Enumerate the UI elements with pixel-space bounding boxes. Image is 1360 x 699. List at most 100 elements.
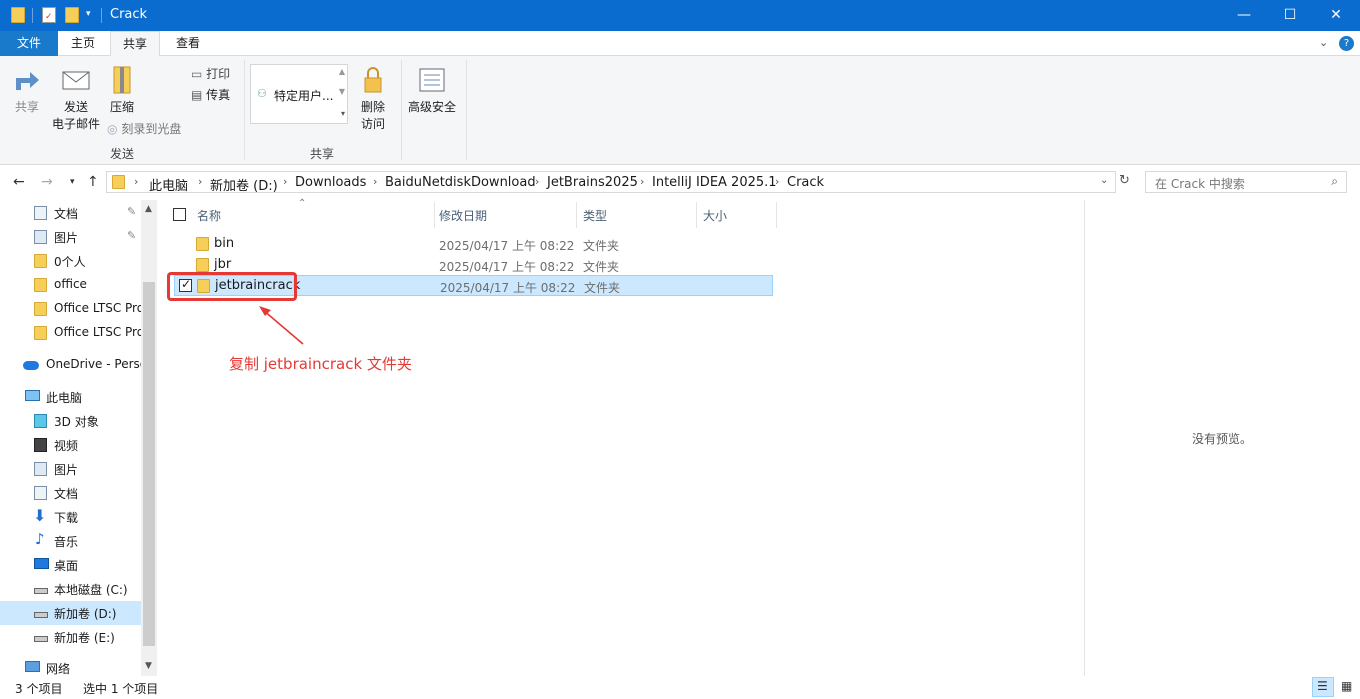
nav-label: OneDrive - Personal [46, 357, 141, 371]
email-button[interactable]: 发送 电子邮件 [50, 66, 102, 133]
column-header-name[interactable]: 名称 [197, 207, 221, 224]
chevron-right-icon[interactable]: › [373, 175, 377, 188]
gallery-down-icon[interactable]: ▼ [339, 87, 345, 96]
breadcrumb-jetbrains2025[interactable]: JetBrains2025 [547, 175, 638, 190]
nav-label: 桌面 [54, 559, 79, 573]
maximize-button[interactable]: ☐ [1267, 0, 1313, 31]
search-input[interactable]: 在 Crack 中搜索 ⌕ [1145, 171, 1347, 193]
column-divider[interactable] [576, 202, 577, 228]
gallery-more-icon[interactable]: ▾ [341, 109, 345, 118]
breadcrumb-intellij[interactable]: IntelliJ IDEA 2025.1 [652, 175, 777, 190]
chevron-right-icon[interactable]: › [640, 175, 644, 188]
nav-item-drive-d[interactable]: 新加卷 (D:) [0, 601, 141, 625]
nav-item-downloads[interactable]: ⬇ 下载 [0, 505, 141, 529]
search-icon[interactable]: ⌕ [1331, 174, 1338, 189]
nav-item-desktop[interactable]: 桌面 [0, 553, 141, 577]
breadcrumb-drive-d[interactable]: 新加卷 (D:) [210, 175, 278, 194]
nav-item-videos[interactable]: 视频 [0, 433, 141, 457]
documents-icon [34, 206, 47, 220]
chevron-right-icon[interactable]: › [134, 175, 138, 188]
annotation-arrow-icon [259, 306, 304, 345]
customize-toolbar-icon[interactable]: ▾ [86, 9, 91, 19]
nav-item-3d-objects[interactable]: 3D 对象 [0, 409, 141, 433]
help-icon[interactable]: ? [1339, 36, 1354, 51]
scroll-down-icon[interactable]: ▼ [145, 661, 152, 671]
expand-ribbon-icon[interactable]: ⌄ [1319, 36, 1328, 49]
nav-item-documents-pc[interactable]: 文档 [0, 481, 141, 505]
breadcrumb-baidunetdisk[interactable]: BaiduNetdiskDownload [385, 175, 536, 190]
nav-scrollbar-thumb[interactable] [143, 282, 155, 646]
nav-item-music[interactable]: ♪ 音乐 [0, 529, 141, 553]
chevron-right-icon[interactable]: › [535, 175, 539, 188]
remove-access-button[interactable]: 删除 访问 [356, 66, 390, 133]
column-divider[interactable] [776, 202, 777, 228]
music-note-icon: ♪ [35, 530, 45, 548]
pin-icon[interactable]: ✎ [127, 229, 136, 242]
zip-button[interactable]: 压缩 [104, 66, 140, 116]
chevron-right-icon[interactable]: › [775, 175, 779, 188]
pin-icon[interactable]: ✎ [127, 205, 136, 218]
address-bar[interactable]: › 此电脑 › 新加卷 (D:) › Downloads › BaiduNetd… [106, 171, 1116, 194]
nav-item-office[interactable]: office [0, 273, 141, 297]
burn-button[interactable]: ◎ 刻录到光盘 [107, 120, 181, 137]
divider [101, 8, 102, 23]
scroll-up-icon[interactable]: ▲ [145, 204, 152, 214]
chevron-right-icon[interactable]: › [198, 175, 202, 188]
forward-arrow-icon[interactable]: → [41, 174, 53, 190]
nav-item-this-pc[interactable]: 此电脑 [0, 385, 141, 409]
breadcrumb-this-pc[interactable]: 此电脑 [149, 175, 188, 194]
fax-button[interactable]: ▤ 传真 [191, 86, 230, 103]
advanced-security-button[interactable]: 高级安全 [405, 66, 459, 116]
selected-count: 选中 1 个项目 [83, 682, 159, 696]
share-button[interactable]: 共享 [8, 66, 46, 116]
nav-item-pictures-pc[interactable]: 图片 [0, 457, 141, 481]
select-all-checkbox[interactable] [173, 208, 186, 221]
nav-label: 网络 [46, 662, 71, 676]
breadcrumb-downloads[interactable]: Downloads [295, 175, 366, 190]
printer-icon: ▭ [191, 67, 203, 81]
close-button[interactable]: ✕ [1313, 0, 1359, 31]
details-view-button[interactable]: ☰ [1312, 677, 1334, 697]
large-icons-view-button[interactable]: ▦ [1336, 677, 1358, 697]
file-row[interactable]: bin 2025/04/17 上午 08:22 文件夹 [174, 234, 774, 255]
email-label: 发送 [63, 100, 88, 114]
column-divider[interactable] [696, 202, 697, 228]
new-folder-icon[interactable] [65, 7, 79, 23]
refresh-icon[interactable]: ↻ [1119, 173, 1130, 188]
tab-home[interactable]: 主页 [60, 31, 106, 56]
nav-item-personal[interactable]: 0个人 [0, 249, 141, 273]
file-date: 2025/04/17 上午 08:22 [440, 281, 576, 295]
nav-item-drive-e[interactable]: 新加卷 (E:) [0, 625, 141, 649]
tab-view[interactable]: 查看 [164, 31, 212, 56]
preview-pane: 没有预览。 [1084, 200, 1360, 676]
minimize-button[interactable]: — [1221, 0, 1267, 31]
share-with-gallery[interactable]: ⚇ 特定用户... ▲ ▼ ▾ [250, 64, 348, 124]
search-placeholder: 在 Crack 中搜索 [1155, 177, 1245, 191]
breadcrumb-crack[interactable]: Crack [787, 175, 824, 190]
up-arrow-icon[interactable]: ↑ [87, 174, 99, 190]
chevron-right-icon[interactable]: › [283, 175, 287, 188]
gallery-up-icon[interactable]: ▲ [339, 67, 345, 76]
tab-file[interactable]: 文件 [0, 31, 58, 56]
address-dropdown-icon[interactable]: ⌄ [1100, 175, 1108, 186]
properties-icon[interactable]: ✓ [42, 7, 56, 23]
folder-icon [196, 237, 209, 251]
nav-label: 文档 [54, 487, 79, 501]
column-divider[interactable] [434, 202, 435, 228]
remove-access-label-2: 访问 [360, 117, 385, 131]
back-arrow-icon[interactable]: ← [13, 174, 25, 190]
column-header-size[interactable]: 大小 [703, 207, 727, 224]
print-button[interactable]: ▭ 打印 [191, 65, 230, 82]
column-header-date[interactable]: 修改日期 [439, 207, 487, 224]
drive-icon [34, 636, 48, 642]
window-title: Crack [110, 7, 148, 22]
nav-item-documents[interactable]: 文档 ✎ [0, 201, 141, 225]
nav-item-pictures[interactable]: 图片 ✎ [0, 225, 141, 249]
nav-item-office-ltsc-2[interactable]: Office LTSC Pro [0, 321, 141, 345]
nav-item-drive-c[interactable]: 本地磁盘 (C:) [0, 577, 141, 601]
column-header-type[interactable]: 类型 [583, 207, 607, 224]
recent-locations-icon[interactable]: ▾ [70, 177, 75, 187]
nav-item-onedrive[interactable]: OneDrive - Personal [0, 353, 141, 377]
tab-share[interactable]: 共享 [110, 31, 160, 57]
nav-item-office-ltsc-1[interactable]: Office LTSC Pro [0, 297, 141, 321]
